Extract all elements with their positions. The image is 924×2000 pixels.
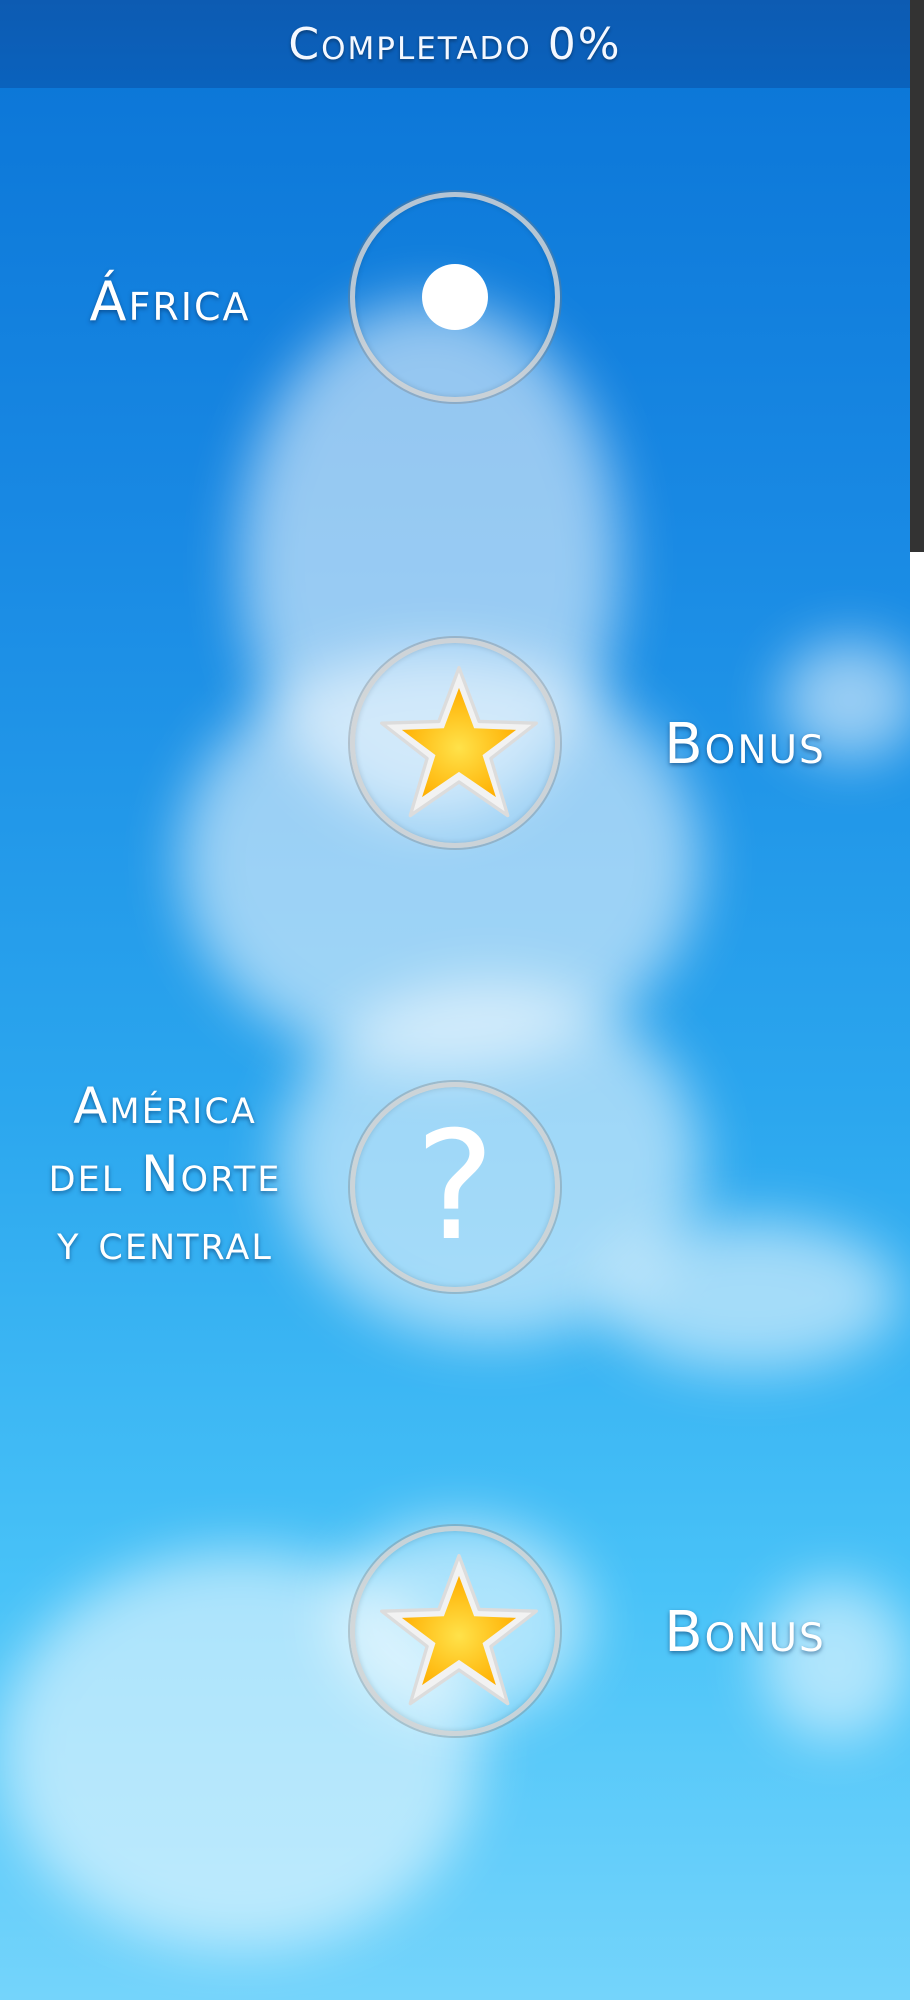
question-mark-icon: ? bbox=[415, 1100, 495, 1274]
level-label-africa: África bbox=[89, 270, 251, 333]
label-line-2: del Norte bbox=[48, 1145, 282, 1203]
level-label-north-america: América del Norte y central bbox=[20, 1072, 310, 1276]
star-icon bbox=[380, 1554, 538, 1706]
level-node-bonus-1[interactable] bbox=[350, 638, 560, 848]
level-label-bonus-1: Bonus bbox=[664, 712, 826, 777]
level-node-africa[interactable] bbox=[350, 192, 560, 402]
level-label-bonus-2: Bonus bbox=[664, 1600, 826, 1665]
scrollbar-thumb[interactable] bbox=[910, 0, 924, 552]
level-node-bonus-2[interactable] bbox=[350, 1526, 560, 1736]
label-line-1: América bbox=[73, 1077, 257, 1135]
label-line-3: y central bbox=[57, 1213, 273, 1271]
level-node-north-america[interactable]: ? bbox=[350, 1082, 560, 1292]
progress-title: Completado 0% bbox=[288, 18, 622, 70]
progress-header: Completado 0% bbox=[0, 0, 910, 88]
dot-icon bbox=[422, 264, 488, 330]
star-icon bbox=[380, 666, 538, 818]
